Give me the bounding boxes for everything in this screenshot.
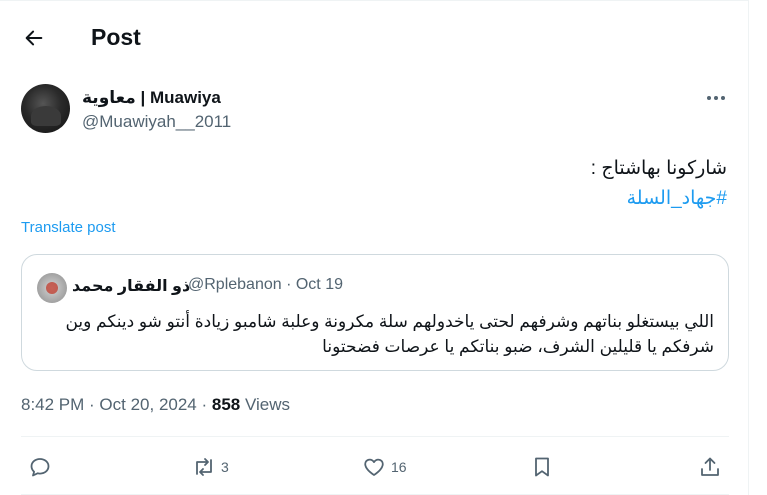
arrow-left-icon <box>25 30 43 46</box>
post-panel <box>0 0 749 495</box>
author-display-name[interactable]: معاوية | Muawiya <box>82 88 221 108</box>
repost-button[interactable]: 3 <box>192 450 229 484</box>
back-button[interactable] <box>16 20 52 56</box>
heart-icon <box>364 458 384 476</box>
views-count: 858 <box>211 395 241 414</box>
quote-text: اللي بيستغلو بناتهم وشرفهم لحتى ياخدولهم… <box>65 312 714 356</box>
author-avatar[interactable] <box>21 84 70 133</box>
share-button[interactable] <box>698 450 722 484</box>
post-meta: 8:42 PM · Oct 20, 2024 · 858 Views <box>21 395 290 415</box>
quote-header: ذو الفقار محمد @Rplebanon · Oct 19 <box>22 273 728 303</box>
reply-button[interactable] <box>28 450 57 484</box>
reply-icon <box>30 458 50 477</box>
hashtag-link[interactable]: #جهاد_السلة <box>591 184 727 214</box>
more-dots-icon <box>707 96 725 100</box>
repost-icon <box>196 458 212 476</box>
post-time-date[interactable]: 8:42 PM · Oct 20, 2024 · <box>21 395 212 414</box>
divider <box>21 436 729 437</box>
tweet-text: شاركونا بهاشتاج : #جهاد_السلة <box>591 154 727 214</box>
share-icon <box>701 457 719 476</box>
repost-count: 3 <box>221 459 229 475</box>
tweet-line: شاركونا بهاشتاج : <box>590 158 727 179</box>
like-button[interactable]: 16 <box>362 450 407 484</box>
header: Post <box>0 0 749 74</box>
like-count: 16 <box>391 459 407 475</box>
translate-post-link[interactable]: Translate post <box>21 219 116 236</box>
quote-avatar <box>37 273 67 303</box>
quoted-post[interactable]: ذو الفقار محمد @Rplebanon · Oct 19 اللي … <box>21 254 729 371</box>
quote-author-name: ذو الفقار محمد <box>72 278 191 295</box>
page-title: Post <box>91 24 141 50</box>
more-options-button[interactable] <box>700 86 732 110</box>
bookmark-button[interactable] <box>530 450 554 484</box>
bookmark-icon <box>535 457 549 477</box>
views-label: Views <box>240 395 291 414</box>
author-handle[interactable]: @Muawiyah__2011 <box>82 112 231 132</box>
quote-handle-date: @Rplebanon · Oct 19 <box>188 276 343 293</box>
